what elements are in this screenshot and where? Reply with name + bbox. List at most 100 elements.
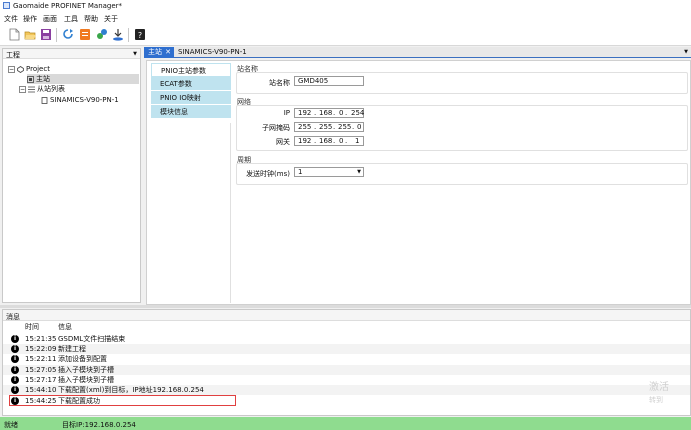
new-icon[interactable] <box>8 28 20 41</box>
project-panel-header: 工程 ▼ <box>3 49 140 59</box>
highlight-box <box>9 395 236 406</box>
ip-octet: 168 <box>319 109 333 117</box>
status-bar: 就绪 目标IP:192.168.0.254 <box>0 417 691 430</box>
master-config-page: PNIO主站参数 ECAT参数 PNIO IO映射 模块信息 站名称 站名称 G… <box>146 60 691 305</box>
nav-module-info[interactable]: 模块信息 <box>151 105 231 119</box>
station-group: 站名称 GMD405 <box>236 72 688 94</box>
message-row[interactable]: i 15:27:17 插入子模块到子槽 <box>3 375 690 385</box>
status-state: 就绪 <box>4 421 18 429</box>
mask-octet: 255 <box>319 123 333 131</box>
mask-octet: 255 <box>298 123 312 131</box>
subnet-mask-label: 子网掩码 <box>262 124 290 132</box>
menu-about[interactable]: 关于 <box>104 14 118 24</box>
message-text: 插入子模块到子槽 <box>58 366 114 374</box>
tree-item-project[interactable]: − Project <box>8 64 50 74</box>
message-panel-title: 消息 <box>6 313 20 321</box>
side-nav-fill <box>151 123 231 303</box>
cycle-group: 发送时钟(ms) 1 ▼ <box>236 163 688 185</box>
device-icon <box>41 96 48 104</box>
column-time[interactable]: 时间 <box>25 322 39 332</box>
menu-view[interactable]: 画面 <box>43 14 57 24</box>
tab-list-arrow-icon[interactable]: ▼ <box>684 49 688 55</box>
collapse-icon[interactable]: − <box>19 85 26 93</box>
message-text: GSDML文件扫描结束 <box>58 335 126 343</box>
app-icon <box>3 2 10 9</box>
nav-pnio-io-map[interactable]: PNIO IO映射 <box>151 91 231 105</box>
pane-splitter[interactable] <box>0 305 691 308</box>
window-title: Gaomaide PROFINET Manager* <box>13 2 123 10</box>
export-icon[interactable] <box>79 28 91 41</box>
subnet-mask-input[interactable]: 255. 255. 255. 0 <box>294 122 364 132</box>
menu-operate[interactable]: 操作 <box>23 14 37 24</box>
send-clock-select[interactable]: 1 ▼ <box>294 167 364 177</box>
help-icon[interactable]: ? <box>134 28 146 41</box>
ip-octet: 0 <box>339 109 344 117</box>
title-bar: Gaomaide PROFINET Manager* <box>0 0 691 12</box>
ip-input[interactable]: 192. 168. 0. 254 <box>294 108 364 118</box>
editor-area: 主站 ✕ SINAMICS-V90-PN-1 ▼ PNIO主站参数 ECAT参数… <box>144 47 691 305</box>
side-nav: PNIO主站参数 ECAT参数 PNIO IO映射 模块信息 <box>151 63 231 123</box>
gateway-octet: 192 <box>298 137 312 145</box>
mask-octet: 0 <box>357 123 362 131</box>
tree-item-slave[interactable]: SINAMICS-V90-PN-1 <box>41 95 119 105</box>
download-icon[interactable] <box>112 28 124 41</box>
panel-menu-arrow-icon[interactable]: ▼ <box>133 51 137 57</box>
gateway-input[interactable]: 192. 168. 0. 1 <box>294 136 364 146</box>
ip-label: IP <box>283 109 290 117</box>
save-icon[interactable] <box>40 28 52 41</box>
collapse-icon[interactable]: − <box>8 65 15 73</box>
message-row[interactable]: i 15:22:09 新建工程 <box>3 344 690 354</box>
project-icon <box>17 65 24 73</box>
activation-watermark: 激活 转到 <box>649 382 669 406</box>
tree-label: Project <box>26 65 50 73</box>
nav-ecat-params[interactable]: ECAT参数 <box>151 77 231 91</box>
station-name-label: 站名称 <box>269 79 290 87</box>
gateway-label: 网关 <box>276 138 290 146</box>
network-icon[interactable] <box>96 28 108 41</box>
menu-tools[interactable]: 工具 <box>64 14 78 24</box>
message-text: 插入子模块到子槽 <box>58 376 114 384</box>
message-row[interactable]: i 15:27:05 插入子模块到子槽 <box>3 365 690 375</box>
watermark-line: 转到 <box>649 396 663 404</box>
menu-file[interactable]: 文件 <box>4 14 18 24</box>
station-icon <box>27 75 34 83</box>
info-icon: i <box>11 376 19 384</box>
send-clock-value: 1 <box>298 168 303 176</box>
message-panel-header: 消息 <box>3 310 690 321</box>
ip-octet: 254 <box>351 109 365 117</box>
info-icon: i <box>11 335 19 343</box>
menu-help[interactable]: 帮助 <box>84 14 98 24</box>
tree-item-slave-list[interactable]: − 从站列表 <box>19 84 65 94</box>
watermark-line: 激活 <box>649 382 669 393</box>
message-text: 添加设备到配置 <box>58 355 107 363</box>
station-name-input[interactable]: GMD405 <box>294 76 364 86</box>
tree-label: SINAMICS-V90-PN-1 <box>50 96 119 104</box>
message-text: 下载配置(xml)到目标，IP地址192.168.0.254 <box>58 386 204 394</box>
info-icon: i <box>11 386 19 394</box>
tree-item-master[interactable]: 主站 <box>27 74 139 84</box>
send-clock-label: 发送时钟(ms) <box>246 170 290 178</box>
tab-master[interactable]: 主站 ✕ <box>144 47 174 58</box>
mask-octet: 255 <box>338 123 352 131</box>
column-info[interactable]: 信息 <box>58 322 72 332</box>
network-group: IP 192. 168. 0. 254 子网掩码 255. 255. 255. … <box>236 105 688 151</box>
message-row[interactable]: i 15:22:11 添加设备到配置 <box>3 354 690 364</box>
project-panel: 工程 ▼ − Project 主站 − 从站列表 SINAMICS-V90-PN-1 <box>2 48 141 303</box>
svg-text:?: ? <box>138 31 142 40</box>
tab-bar: 主站 ✕ SINAMICS-V90-PN-1 ▼ <box>144 47 691 58</box>
message-row[interactable]: i 15:44:10 下载配置(xml)到目标，IP地址192.168.0.25… <box>3 385 690 395</box>
tree-label: 从站列表 <box>37 85 65 93</box>
menu-bar: 文件 操作 画面 工具 帮助 关于 <box>0 12 691 24</box>
info-icon: i <box>11 366 19 374</box>
message-row[interactable]: i 15:21:35 GSDML文件扫描结束 <box>3 334 690 344</box>
close-icon[interactable]: ✕ <box>165 47 171 58</box>
gateway-octet: 0 <box>339 137 344 145</box>
nav-pnio-master-params[interactable]: PNIO主站参数 <box>151 63 231 77</box>
tab-slave[interactable]: SINAMICS-V90-PN-1 <box>174 47 251 58</box>
open-icon[interactable] <box>24 28 36 41</box>
message-time: 15:22:11 <box>25 355 57 363</box>
info-icon: i <box>11 355 19 363</box>
refresh-icon[interactable] <box>62 28 74 41</box>
message-time: 15:44:10 <box>25 386 57 394</box>
info-icon: i <box>11 345 19 353</box>
